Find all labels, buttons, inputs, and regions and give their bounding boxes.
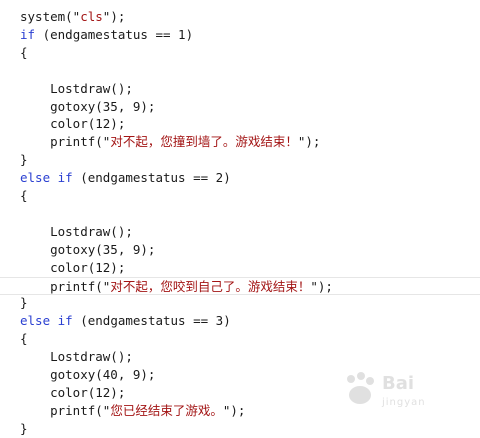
- code-line[interactable]: color(12);: [0, 115, 480, 133]
- string-token: 对不起，您咬到自己了。游戏结束！: [110, 278, 311, 294]
- code-line[interactable]: Lostdraw();: [0, 223, 480, 241]
- code-token: ");: [222, 402, 246, 418]
- code-token: }: [20, 295, 28, 311]
- string-token: cls: [80, 9, 103, 24]
- code-token: (endgamestatus == 1): [35, 26, 194, 42]
- string-token: 对不起，您撞到墙了。游戏结束！: [110, 134, 298, 150]
- code-line[interactable]: gotoxy(35, 9);: [0, 241, 480, 259]
- keyword-token: else if: [20, 170, 73, 186]
- string-token: 您已经结束了游戏。: [110, 402, 223, 418]
- keyword-token: if: [20, 26, 36, 42]
- code-line[interactable]: [0, 205, 480, 223]
- baidu-jingyan-watermark: Bai jingyan: [342, 369, 462, 415]
- code-token: color(12);: [20, 116, 126, 132]
- code-line[interactable]: {: [0, 187, 480, 205]
- code-token: system(": [20, 9, 81, 24]
- keyword-token: else if: [20, 313, 73, 329]
- code-token: ");: [310, 278, 333, 294]
- code-token: Lostdraw();: [20, 80, 133, 96]
- code-token: printf(": [20, 278, 111, 294]
- code-line[interactable]: }: [0, 151, 480, 169]
- code-token: (endgamestatus == 3): [72, 313, 231, 329]
- code-token: }: [20, 152, 28, 168]
- code-token: color(12);: [20, 384, 126, 400]
- code-line[interactable]: Lostdraw();: [0, 80, 480, 98]
- watermark-subtext: jingyan: [382, 397, 426, 408]
- code-line[interactable]: }: [0, 420, 480, 438]
- code-token: gotoxy(40, 9);: [20, 367, 156, 382]
- watermark-brand: Bai: [382, 373, 415, 394]
- paw-logo-icon: [347, 372, 374, 404]
- code-token: printf(": [20, 134, 111, 150]
- code-line[interactable]: {: [0, 330, 480, 348]
- code-token: gotoxy(35, 9);: [20, 241, 156, 257]
- code-line[interactable]: Lostdraw();: [0, 348, 480, 366]
- code-line[interactable]: else if (endgamestatus == 3): [0, 312, 480, 330]
- code-line[interactable]: }: [0, 294, 480, 312]
- code-token: gotoxy(35, 9);: [20, 98, 156, 114]
- code-line[interactable]: gotoxy(35, 9);: [0, 98, 480, 116]
- code-token: {: [20, 44, 28, 60]
- code-token: Lostdraw();: [20, 349, 133, 365]
- code-line[interactable]: [0, 62, 480, 80]
- code-token: {: [20, 188, 28, 203]
- code-token: ");: [297, 134, 321, 150]
- code-token: }: [20, 420, 28, 436]
- code-token: color(12);: [20, 259, 126, 275]
- code-token: {: [20, 331, 28, 347]
- code-line[interactable]: printf("对不起，您撞到墙了。游戏结束！");: [0, 133, 480, 151]
- code-line[interactable]: system("cls");: [0, 8, 480, 26]
- code-token: Lostdraw();: [20, 223, 133, 239]
- code-line[interactable]: color(12);: [0, 259, 480, 277]
- code-line[interactable]: {: [0, 44, 480, 62]
- code-token: ");: [102, 9, 126, 24]
- code-token: printf(": [20, 402, 111, 418]
- code-token: (endgamestatus == 2): [72, 170, 231, 186]
- code-line[interactable]: if (endgamestatus == 1): [0, 26, 480, 44]
- code-line[interactable]: else if (endgamestatus == 2): [0, 169, 480, 187]
- code-editor[interactable]: system("cls"); if (endgamestatus == 1){ L…: [0, 0, 480, 436]
- code-line-current[interactable]: printf("对不起，您咬到自己了。游戏结束！");: [0, 276, 480, 295]
